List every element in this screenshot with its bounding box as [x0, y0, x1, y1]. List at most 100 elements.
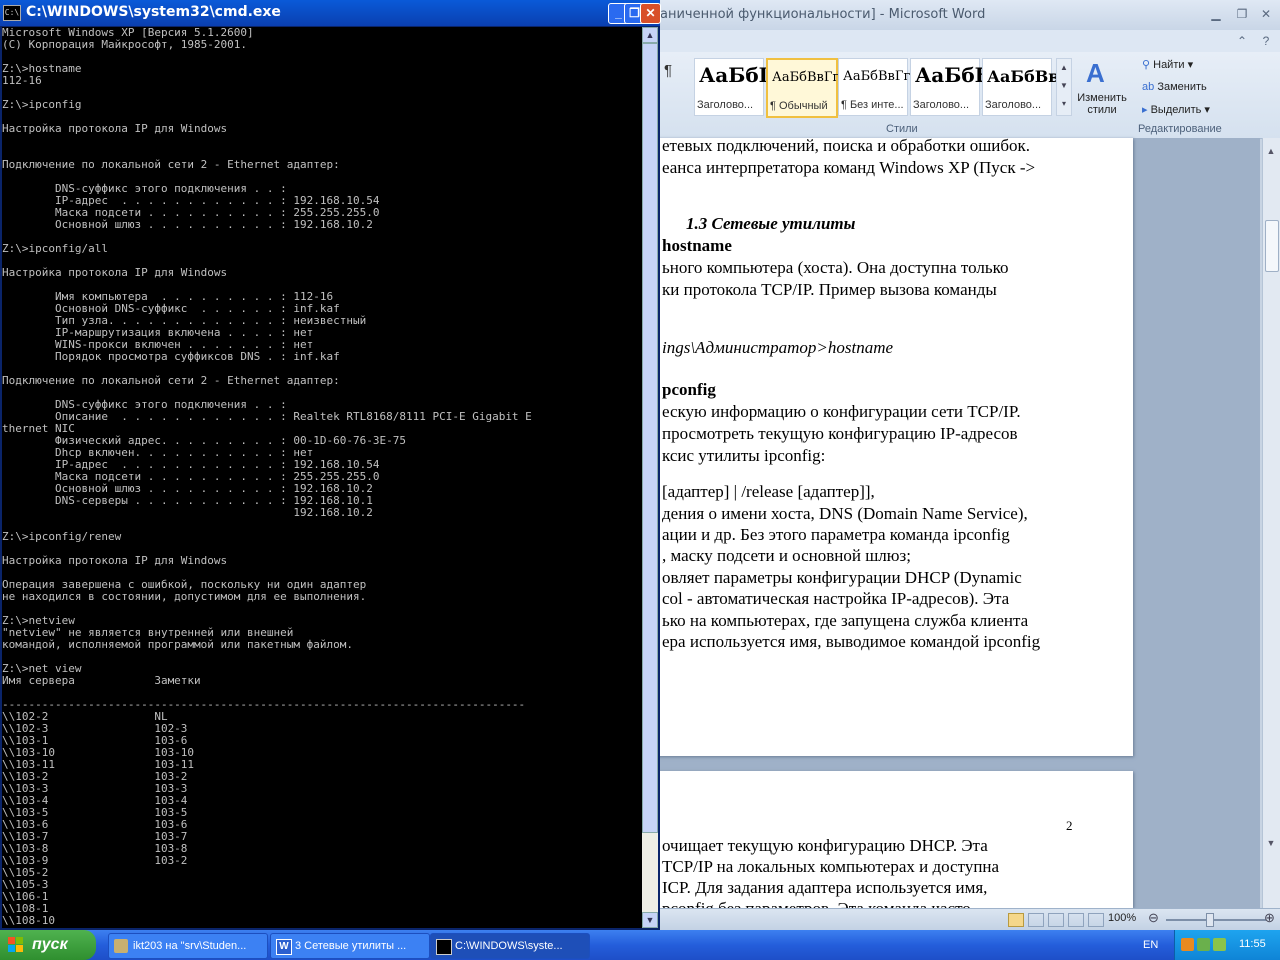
- doc-text-line: ескую информацию о конфигурации сети TCP…: [662, 402, 1021, 421]
- page-number: 2: [1066, 818, 1073, 833]
- style-name: ¶ Без инте...: [841, 99, 904, 111]
- style-sample: АаБбВв: [987, 67, 1060, 86]
- doc-text-line: , маску подсети и основной шлюз;: [662, 546, 911, 565]
- style-heading1[interactable]: АаБбІ Заголово...: [694, 58, 768, 116]
- scroll-down-icon[interactable]: ▼: [642, 912, 658, 928]
- style-sample: АаБбВвГг,: [843, 69, 915, 84]
- doc-text-line: TCP/IP на локальных компьютерах и доступ…: [662, 857, 1000, 876]
- style-sample: АаБбІ: [699, 63, 769, 87]
- zoom-level[interactable]: 100%: [1108, 912, 1136, 924]
- maximize-icon[interactable]: ❐: [1232, 6, 1252, 22]
- find-label: Найти: [1153, 59, 1185, 71]
- start-label: пуск: [32, 936, 68, 953]
- replace-label: Заменить: [1157, 81, 1207, 93]
- word-title: аниченной функциональности] - Microsoft …: [660, 7, 986, 22]
- print-layout-icon[interactable]: [1008, 913, 1024, 927]
- style-sample: АаБбВвГг,: [772, 70, 844, 85]
- system-tray: 11:55: [1174, 930, 1280, 960]
- doc-subheading: hostname: [662, 236, 732, 255]
- select-label: Выделить: [1150, 104, 1202, 116]
- ribbon-minimize-icon[interactable]: ⌃: [1232, 33, 1252, 49]
- doc-text-line: ксис утилиты ipconfig:: [662, 446, 826, 465]
- cmd-title: C:\WINDOWS\system32\cmd.exe: [26, 4, 281, 20]
- cmd-vertical-scrollbar[interactable]: ▲ ▼: [642, 27, 658, 928]
- change-styles-label: Изменить стили: [1077, 92, 1127, 116]
- start-button[interactable]: пуск: [0, 930, 96, 960]
- replace-button[interactable]: ab Заменить: [1142, 81, 1207, 93]
- doc-text-line: дения о имени хоста, DNS (Domain Name Se…: [662, 504, 1028, 523]
- language-indicator[interactable]: EN: [1143, 939, 1158, 951]
- doc-text-line: овляет параметры конфигурации DHCP (Dyna…: [662, 568, 1022, 587]
- tray-network-icon[interactable]: [1197, 938, 1210, 951]
- styles-group-label: Стили: [886, 123, 918, 135]
- scroll-up-icon[interactable]: ▲: [642, 27, 658, 43]
- task-explorer[interactable]: ikt203 на "srv\Studen...: [108, 933, 268, 959]
- doc-text-line: ера используется имя, выводимое командой…: [662, 632, 1041, 651]
- draft-icon[interactable]: [1088, 913, 1104, 927]
- style-name: Заголово...: [697, 99, 754, 111]
- word-vertical-scrollbar[interactable]: ▲ ▼: [1262, 138, 1280, 908]
- zoom-out-icon[interactable]: ⊖: [1148, 910, 1159, 926]
- style-no-spacing[interactable]: АаБбВвГг, ¶ Без инте...: [838, 58, 914, 116]
- zoom-slider-thumb[interactable]: [1206, 913, 1214, 927]
- cmd-title-bar[interactable]: C:\ C:\WINDOWS\system32\cmd.exe _ ❐ ✕: [0, 0, 661, 26]
- doc-text-line: ации и др. Без этого параметра команда i…: [662, 525, 1010, 544]
- doc-text-line: ICP. Для задания адаптера используется и…: [662, 878, 988, 897]
- console-output[interactable]: Microsoft Windows XP [Версия 5.1.2600] (…: [2, 27, 642, 928]
- style-heading2[interactable]: АаБбЕ Заголово...: [910, 58, 990, 116]
- cmd-icon: [436, 939, 452, 955]
- doc-text-line: pconfig без параметров. Эта команда част…: [662, 899, 971, 908]
- task-label: C:\WINDOWS\syste...: [455, 940, 563, 952]
- doc-text-line: просмотреть текущую конфигурацию IP-адре…: [662, 424, 1018, 443]
- help-icon[interactable]: ?: [1256, 33, 1276, 49]
- zoom-slider[interactable]: [1166, 919, 1266, 921]
- scroll-thumb[interactable]: [642, 43, 658, 833]
- web-layout-icon[interactable]: [1048, 913, 1064, 927]
- style-gallery-scroll[interactable]: ▲ ▼ ▾: [1056, 58, 1072, 116]
- network-folder-icon: [114, 939, 128, 953]
- cmd-close-button[interactable]: ✕: [640, 3, 661, 24]
- task-cmd[interactable]: C:\WINDOWS\syste...: [430, 933, 590, 959]
- style-sample: АаБбЕ: [915, 63, 990, 87]
- scroll-thumb[interactable]: [1265, 220, 1279, 272]
- change-styles-icon: A: [1086, 58, 1105, 88]
- find-icon: ⚲: [1142, 59, 1151, 71]
- task-label: 3 Сетевые утилиты ...: [295, 940, 407, 952]
- doc-subheading: pconfig: [662, 380, 716, 399]
- select-button[interactable]: ▸ Выделить ▾: [1142, 103, 1210, 116]
- change-styles-button[interactable]: A Изменить стили: [1072, 58, 1130, 118]
- doc-text-line: етевых подключений, поиска и обработки о…: [662, 136, 1031, 155]
- task-word[interactable]: W 3 Сетевые утилиты ...: [270, 933, 430, 959]
- full-screen-icon[interactable]: [1028, 913, 1044, 927]
- doc-heading: 1.3 Сетевые утилиты: [686, 214, 856, 233]
- style-normal[interactable]: АаБбВвГг, ¶ Обычный: [766, 58, 843, 118]
- doc-text-line: ки протокола TCP/IP. Пример вызова коман…: [662, 280, 997, 299]
- style-name: Заголово...: [985, 99, 1042, 111]
- close-icon[interactable]: ✕: [1256, 6, 1276, 22]
- word-status-bar: 100% ⊖ ⊕: [600, 908, 1280, 931]
- zoom-in-icon[interactable]: ⊕: [1264, 910, 1275, 926]
- replace-icon: ab: [1142, 81, 1155, 93]
- clock: 11:55: [1239, 938, 1266, 950]
- ribbon-tabs-strip: ⌃ ?: [600, 30, 1280, 52]
- pilcrow-button[interactable]: ¶: [664, 62, 672, 79]
- doc-text-line: очищает текущую конфигурацию DHCP. Эта: [662, 836, 988, 855]
- find-button[interactable]: ⚲ Найти ▾: [1142, 58, 1193, 71]
- doc-line-clip: pconfig без параметров. Эта команда част…: [662, 899, 1132, 908]
- word-title-bar[interactable]: аниченной функциональности] - Microsoft …: [600, 0, 1280, 30]
- scroll-up-icon[interactable]: ▲: [1265, 146, 1277, 158]
- tray-status-icon[interactable]: [1213, 938, 1226, 951]
- doc-text-line: ьного компьютера (хоста). Она доступна т…: [662, 258, 1009, 277]
- minimize-icon[interactable]: ▁: [1206, 6, 1226, 22]
- taskbar: пуск ikt203 на "srv\Studen... W 3 Сетевы…: [0, 930, 1280, 960]
- select-icon: ▸: [1142, 104, 1148, 116]
- cmd-app-icon[interactable]: C:\: [3, 5, 21, 21]
- outline-icon[interactable]: [1068, 913, 1084, 927]
- tray-app-icon[interactable]: [1181, 938, 1194, 951]
- word-icon: W: [276, 939, 292, 955]
- editing-group-label: Редактирование: [1138, 123, 1222, 135]
- style-heading3[interactable]: АаБбВв Заголово...: [982, 58, 1059, 116]
- style-name: ¶ Обычный: [770, 100, 828, 112]
- cmd-window[interactable]: C:\ C:\WINDOWS\system32\cmd.exe _ ❐ ✕ Mi…: [0, 0, 661, 930]
- scroll-down-icon[interactable]: ▼: [1265, 838, 1277, 850]
